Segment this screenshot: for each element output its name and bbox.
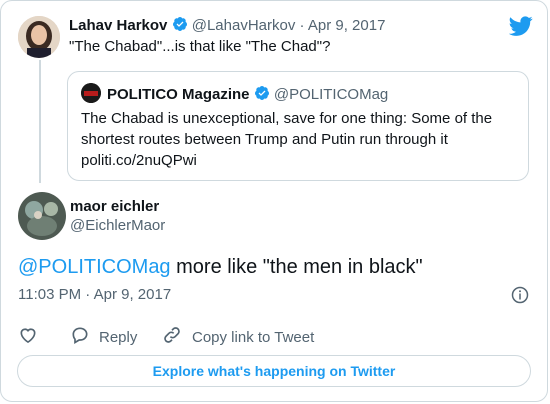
dot-separator: ·	[85, 286, 91, 303]
timestamp-row: 11:03 PM · Apr 9, 2017	[18, 286, 171, 304]
quoted-header: POLITICO Magazine @POLITICOMag	[107, 85, 388, 106]
reply-action[interactable]: Reply	[70, 325, 137, 349]
maor-avatar[interactable]	[18, 192, 66, 240]
info-icon[interactable]	[511, 286, 529, 304]
lahav-handle[interactable]: @LahavHarkov	[192, 17, 296, 34]
reply-date[interactable]: Apr 9, 2017	[308, 17, 386, 34]
dot-separator: ·	[299, 17, 305, 34]
reply-text: "The Chabad"...is that like "The Chad"?	[69, 38, 331, 55]
copy-link-action[interactable]: Copy link to Tweet	[162, 325, 314, 349]
maor-name[interactable]: maor eichler	[70, 198, 159, 216]
quoted-text: The Chabad is unexceptional, save for on…	[81, 110, 493, 148]
lahav-avatar[interactable]	[18, 16, 60, 58]
copy-link-label: Copy link to Tweet	[192, 328, 315, 346]
politico-handle: @POLITICOMag	[273, 86, 389, 103]
tweet-date[interactable]: Apr 9, 2017	[94, 286, 172, 303]
reply-icon	[70, 325, 90, 349]
like-action[interactable]	[18, 325, 38, 349]
quoted-link[interactable]: politi.co/2nuQPwi	[81, 150, 197, 171]
politico-avatar	[81, 83, 101, 103]
thread-line	[39, 60, 41, 183]
maor-handle[interactable]: @EichlerMaor	[70, 217, 165, 235]
verified-badge-icon	[172, 16, 188, 37]
lahav-name[interactable]: Lahav Harkov	[69, 17, 167, 34]
explore-label: Explore what's happening on Twitter	[152, 363, 396, 379]
main-text-body: more like "the men in black"	[170, 256, 423, 278]
heart-icon	[18, 325, 38, 349]
main-tweet-text: @POLITICOMag more like "the men in black…	[18, 254, 423, 280]
reply-header: Lahav Harkov @LahavHarkov · Apr 9, 2017	[69, 16, 385, 37]
tweet-time[interactable]: 11:03 PM	[18, 286, 81, 303]
mention-link[interactable]: @POLITICOMag	[18, 256, 171, 278]
verified-badge-icon	[254, 85, 270, 106]
explore-twitter-button[interactable]: Explore what's happening on Twitter	[17, 355, 531, 387]
twitter-bird-icon[interactable]	[508, 14, 533, 38]
politico-name: POLITICO Magazine	[107, 86, 250, 103]
reply-label: Reply	[99, 328, 138, 346]
link-icon	[162, 325, 182, 349]
